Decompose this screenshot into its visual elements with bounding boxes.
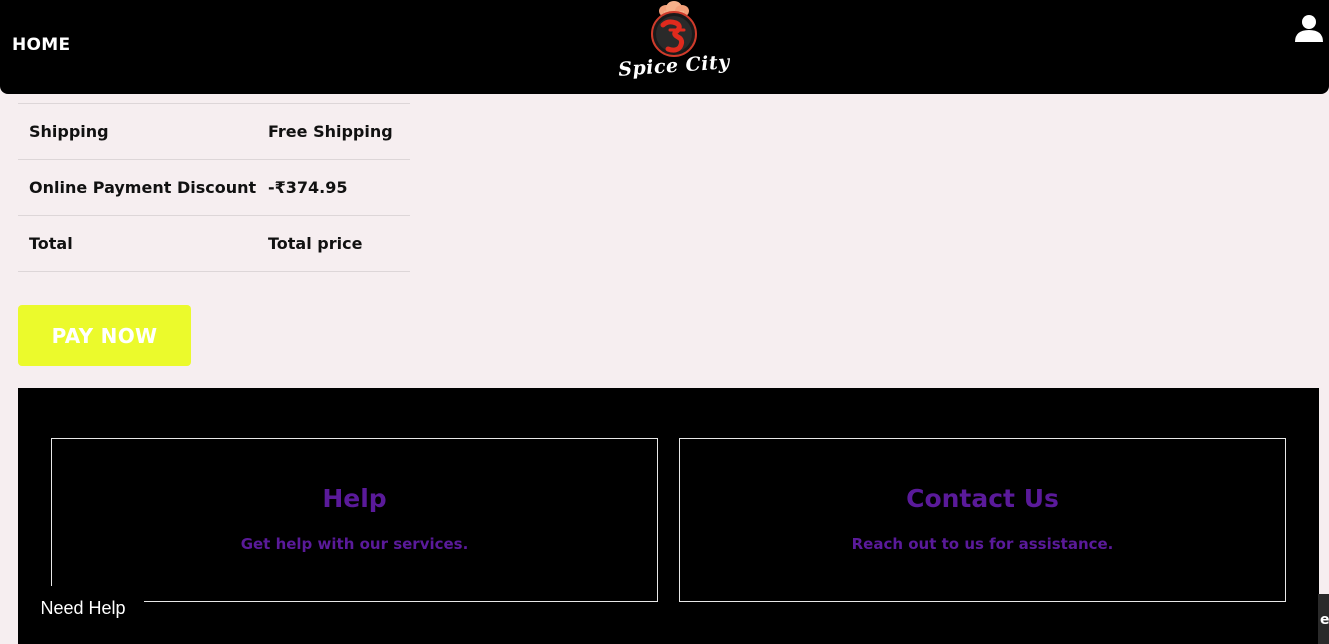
help-card[interactable]: Help Get help with our services.	[51, 438, 658, 602]
summary-value: Free Shipping	[268, 122, 393, 141]
help-text: Get help with our services.	[240, 535, 469, 553]
summary-value: Total price	[268, 234, 363, 253]
summary-label: Total	[29, 234, 73, 253]
summary-value: -₹374.95	[268, 178, 348, 197]
nav-home-link[interactable]: HOME	[12, 35, 70, 55]
pay-now-button[interactable]: PAY NOW	[18, 305, 191, 366]
contact-title: Contact Us	[906, 484, 1059, 513]
contact-text: Reach out to us for assistance.	[851, 535, 1114, 553]
summary-row-shipping: Shipping Free Shipping	[18, 104, 410, 160]
summary-label: Online Payment Discount	[29, 178, 257, 197]
site-header: HOME Spice City	[0, 0, 1329, 94]
user-icon[interactable]	[1293, 12, 1325, 44]
site-logo[interactable]: Spice City	[606, 0, 742, 88]
contact-card[interactable]: Contact Us Reach out to us for assistanc…	[679, 438, 1286, 602]
summary-row-discount: Online Payment Discount -₹374.95	[18, 160, 410, 216]
need-help-button[interactable]: Need Help	[22, 586, 144, 630]
help-title: Help	[322, 484, 387, 513]
summary-row-total: Total Total price	[18, 216, 410, 272]
site-footer: Help Get help with our services. Contact…	[18, 388, 1319, 644]
corner-widget-tab[interactable]: e	[1318, 594, 1329, 644]
summary-label: Shipping	[29, 122, 109, 141]
corner-tab-label: e	[1320, 612, 1329, 628]
order-summary-table: Shipping Free Shipping Online Payment Di…	[18, 103, 410, 272]
